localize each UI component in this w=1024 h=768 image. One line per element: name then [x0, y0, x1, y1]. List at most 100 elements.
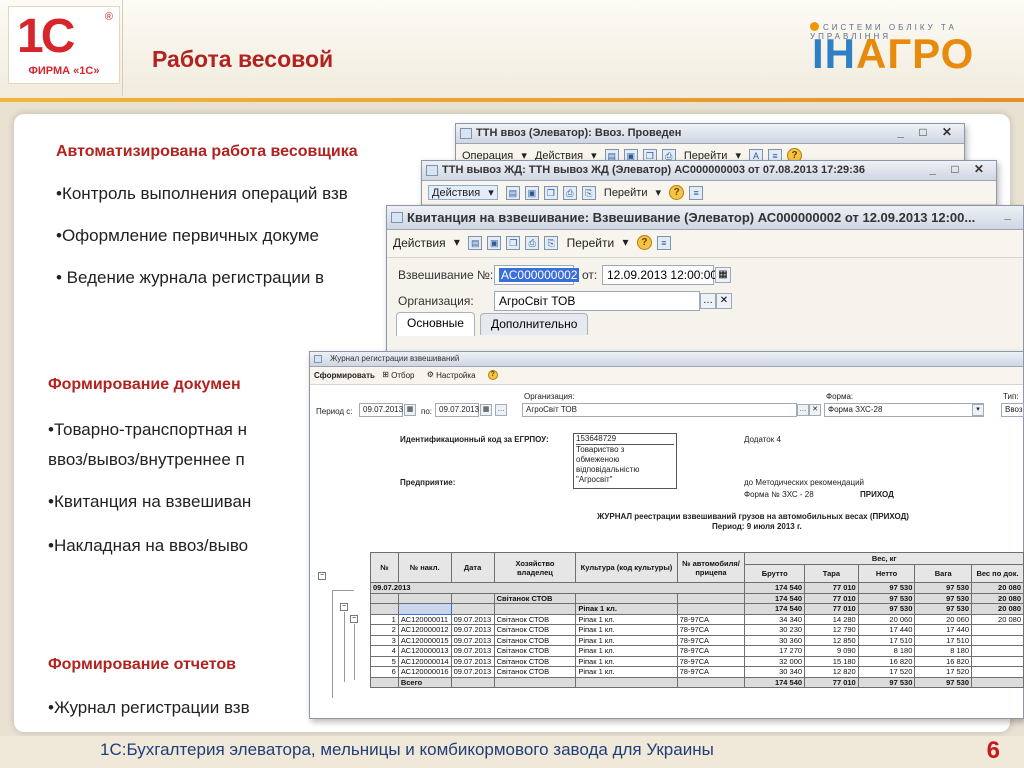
select-dots-icon[interactable]: … — [700, 293, 716, 309]
help-icon[interactable]: ? — [636, 235, 652, 251]
journal-toolbar: Сформировать ⊞ Отбор ⚙ Настройка ? — [310, 367, 1023, 385]
col-date: Дата — [450, 552, 495, 583]
cell-netto: 8 180 — [857, 645, 916, 657]
chevron-down-icon[interactable]: ▾ — [972, 404, 984, 416]
period-to-field[interactable]: 09.07.2013 — [435, 403, 479, 417]
table-row[interactable]: 3 АС120000015 09.07.2013 Світанок СТОВ Рiпак… — [370, 634, 1024, 646]
collapse-icon[interactable]: − — [340, 603, 348, 611]
window-titlebar[interactable]: ТТН ввоз (Элеватор): Ввоз. Проведен _ □ ✕ — [456, 124, 964, 144]
form-select[interactable]: Форма ЗХС-28 — [824, 403, 984, 417]
group-row-farm[interactable]: Світанок СТОВ 174 540 77 010 97 530 97 530 2… — [370, 592, 1024, 604]
calendar-icon[interactable]: ▦ — [715, 267, 731, 283]
col-doc: Вес по док. — [971, 564, 1024, 583]
cell-auto: 78-97СА — [676, 666, 746, 678]
select-dots-icon[interactable]: … — [797, 404, 809, 416]
weighing-number-field[interactable]: АС000000002 — [494, 265, 580, 285]
form-label: Форма: — [826, 392, 854, 401]
col-farm: Хозяйство владелец — [493, 552, 577, 583]
actions-menu[interactable]: Действия ▾ — [393, 235, 460, 250]
date-label: от: — [582, 268, 598, 282]
cell-tara: 9 090 — [804, 645, 859, 657]
generate-button[interactable]: Сформировать — [314, 371, 375, 380]
table-row[interactable]: 6 АС120000016 09.07.2013 Світанок СТОВ Рiпак… — [370, 666, 1024, 678]
table-row[interactable]: 5 АС120000014 09.07.2013 Світанок СТОВ Рiпак… — [370, 655, 1024, 667]
collapse-icon[interactable]: − — [350, 615, 358, 623]
grouping-tree: − − − — [316, 572, 370, 700]
period-from-field[interactable]: 09.07.2013 — [359, 403, 403, 417]
tab-extra[interactable]: Дополнительно — [480, 313, 589, 335]
actions-menu[interactable]: Действия ▾ — [428, 185, 498, 201]
window-icon — [314, 355, 322, 363]
tab-main[interactable]: Основные — [396, 312, 475, 336]
cell-auto: 78-97СА — [676, 613, 746, 625]
post-icon[interactable]: ▣ — [524, 185, 539, 200]
window-titlebar[interactable]: Журнал регистрации взвешиваний — [310, 352, 1023, 367]
cell-no: 5 — [370, 655, 399, 667]
form-number: Форма № ЗХС - 28 — [744, 490, 814, 499]
col-tara: Тара — [804, 564, 859, 583]
calendar-icon[interactable]: ▦ — [404, 404, 416, 416]
copy-icon[interactable]: ❐ — [543, 185, 558, 200]
cell-farm: Світанок СТОВ — [493, 613, 577, 625]
table-row[interactable]: 1 АС120000011 09.07.2013 Світанок СТОВ Рiпак… — [370, 613, 1024, 625]
footer-text: 1С:Бухгалтерия элеватора, мельницы и ком… — [100, 740, 714, 759]
cell-auto: 78-97СА — [676, 624, 746, 636]
cell-nakl: АС120000013 — [397, 645, 452, 657]
window-controls[interactable]: _ — [1004, 207, 1017, 221]
print-icon[interactable]: ⎙ — [562, 185, 577, 200]
print-form-icon[interactable]: ⎘ — [581, 185, 596, 200]
select-dots-icon[interactable]: … — [495, 404, 507, 416]
1c-logo: 1С ® ФИРМА «1С» — [8, 6, 120, 84]
collapse-icon[interactable]: − — [318, 572, 326, 580]
cell-tara: 14 280 — [804, 613, 859, 625]
journal-icon[interactable]: ≡ — [656, 235, 671, 250]
cell-date: 09.07.2013 — [450, 613, 495, 625]
cell-vaga: 17 440 — [914, 624, 973, 636]
group-row-date[interactable]: 09.07.2013 174 540 77 010 97 530 97 530 20 0… — [369, 582, 1024, 594]
print-form-icon[interactable]: ⎘ — [544, 235, 559, 250]
window-titlebar[interactable]: ТТН вывоз ЖД: ТТН вывоз ЖД (Элеватор) АС… — [422, 161, 996, 181]
help-icon[interactable]: ? — [669, 185, 685, 201]
copy-icon[interactable]: ❐ — [506, 235, 521, 250]
cell-date: 09.07.2013 — [450, 666, 495, 678]
clear-icon[interactable]: ✕ — [809, 404, 821, 416]
save-icon[interactable]: ▤ — [468, 235, 483, 250]
goto-menu[interactable]: Перейти ▾ — [604, 186, 661, 199]
table-row[interactable]: 2 АС120000012 09.07.2013 Світанок СТОВ Рiпак… — [370, 624, 1024, 636]
journal-icon[interactable]: ≡ — [689, 185, 704, 200]
window-icon — [391, 212, 403, 223]
organization-field[interactable]: АгроСвіт ТОВ — [494, 291, 700, 311]
heading-reports: Формирование отчетов — [48, 656, 236, 673]
window-controls[interactable]: _ □ ✕ — [929, 162, 990, 176]
report-period: Период: 9 июля 2013 г. — [712, 522, 802, 531]
post-icon[interactable]: ▣ — [487, 235, 502, 250]
date-field[interactable]: 12.09.2013 12:00:00 — [602, 265, 717, 285]
settings-button[interactable]: ⚙ Настройка — [427, 370, 481, 379]
goto-menu[interactable]: Перейти ▾ — [567, 235, 629, 250]
cell-brutto: 17 270 — [744, 645, 806, 657]
help-icon[interactable]: ? — [487, 370, 498, 380]
cell-tara: 15 180 — [804, 655, 859, 667]
journal-org-field[interactable]: АгроСвіт ТОВ — [522, 403, 797, 417]
print-icon[interactable]: ⎙ — [525, 235, 540, 250]
cell-brutto: 34 340 — [744, 613, 806, 625]
header-divider — [0, 98, 1024, 102]
bullet-ttn-cont: ввоз/вывоз/внутреннее п — [48, 450, 245, 469]
filter-button[interactable]: ⊞ Отбор — [382, 370, 419, 379]
window-controls[interactable]: _ □ ✕ — [897, 125, 958, 139]
cell-vaga: 17 520 — [914, 666, 973, 678]
clear-icon[interactable]: ✕ — [716, 293, 732, 309]
cell-brutto: 32 000 — [744, 655, 806, 667]
table-row[interactable]: 4 АС120000013 09.07.2013 Світанок СТОВ Рiпак… — [370, 645, 1024, 657]
group-row-crop[interactable]: Рiпак 1 кл. 174 540 77 010 97 530 97 530 20 … — [370, 603, 1024, 615]
type-select[interactable]: Ввоз — [1001, 403, 1024, 417]
cell-date: 09.07.2013 — [450, 634, 495, 646]
cell-date: 09.07.2013 — [450, 655, 495, 667]
calendar-icon[interactable]: ▦ — [480, 404, 492, 416]
window-titlebar[interactable]: Квитанция на взвешивание: Взвешивание (Э… — [387, 206, 1023, 230]
save-icon[interactable]: ▤ — [505, 185, 520, 200]
col-auto: № автомобиля/ прицепа — [676, 552, 746, 583]
cell-farm: Світанок СТОВ — [493, 624, 577, 636]
enterprise-label: Предприятие: — [400, 478, 456, 487]
type-label: Тип: — [1003, 392, 1019, 401]
